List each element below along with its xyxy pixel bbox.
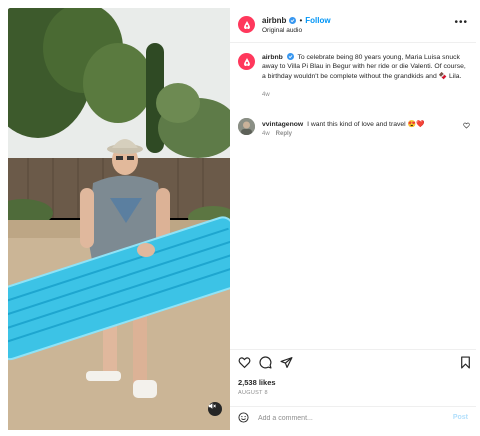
comment-like-button[interactable] (463, 122, 470, 131)
reply-button[interactable]: Reply (276, 131, 292, 137)
comment-timestamp[interactable]: 4w (262, 131, 270, 137)
post-header: airbnb • Follow (262, 16, 331, 25)
speaker-muted-icon (208, 403, 216, 409)
post-comment-button[interactable]: Post (453, 414, 468, 421)
comment-bubble-icon (259, 356, 272, 369)
like-count[interactable]: 2,538 likes (238, 378, 276, 387)
post-date[interactable]: AUGUST 8 (238, 390, 268, 396)
post-sidebar: airbnb • Follow Original audio ••• airbn… (230, 8, 476, 430)
audio-label[interactable]: Original audio (262, 27, 302, 34)
actions-divider (230, 349, 476, 350)
save-button[interactable] (460, 356, 471, 371)
post-photo (8, 8, 230, 430)
header-divider (230, 42, 476, 43)
commenter-username[interactable]: vvintagenow (262, 121, 303, 128)
comment-input[interactable] (258, 411, 438, 425)
comment-button[interactable] (259, 356, 272, 371)
add-comment-bar: Post (230, 407, 476, 430)
heart-icon (463, 122, 470, 129)
post-caption: airbnb To celebrate being 80 years young… (262, 53, 468, 81)
comment-item: vvintagenow I want this kind of love and… (262, 120, 452, 128)
smiley-icon (238, 412, 249, 423)
airbnb-logo-icon[interactable] (238, 16, 255, 33)
verified-badge-icon (286, 53, 294, 60)
verified-badge-icon (289, 17, 297, 24)
paper-plane-icon (280, 357, 293, 368)
emoji-button[interactable] (238, 412, 249, 425)
airbnb-logo-icon (243, 57, 250, 66)
post-actions (238, 356, 471, 372)
more-options-icon[interactable]: ••• (454, 17, 468, 28)
share-button[interactable] (280, 356, 293, 371)
author-username[interactable]: airbnb (262, 16, 286, 25)
comment-meta: 4w Reply (262, 131, 292, 137)
commenter-avatar[interactable] (238, 118, 255, 135)
mute-button[interactable] (208, 402, 222, 416)
bookmark-icon (461, 356, 470, 369)
like-button[interactable] (238, 356, 251, 371)
caption-username[interactable]: airbnb (262, 54, 283, 61)
heart-icon (238, 357, 251, 369)
comment-text: I want this kind of love and travel 😍❤️ (307, 121, 425, 128)
follow-button[interactable]: Follow (305, 16, 330, 25)
separator-dot: • (299, 16, 303, 25)
caption-timestamp[interactable]: 4w (262, 92, 270, 98)
post-media[interactable] (8, 8, 230, 430)
caption-avatar[interactable] (238, 53, 255, 70)
